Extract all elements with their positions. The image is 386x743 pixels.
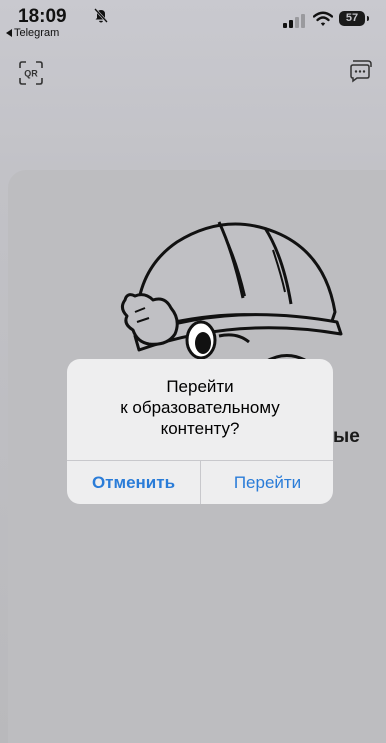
back-to-telegram-link[interactable]: Telegram xyxy=(6,27,59,39)
confirm-alert-dialog: Перейти к образовательному контенту? Отм… xyxy=(67,359,333,504)
app-screen: 18:09 Telegram 57 QR ые Перейти к образо… xyxy=(0,0,386,743)
go-button[interactable]: Перейти xyxy=(201,461,333,504)
back-triangle-icon xyxy=(6,29,12,37)
back-app-label: Telegram xyxy=(14,27,60,39)
svg-text:QR: QR xyxy=(24,69,38,79)
status-time: 18:09 xyxy=(18,6,67,27)
status-bar: 18:09 Telegram 57 xyxy=(0,0,386,48)
chat-icon[interactable] xyxy=(348,58,374,84)
wifi-icon xyxy=(313,11,333,26)
alert-title: Перейти к образовательному контенту? xyxy=(120,377,280,438)
signal-icon xyxy=(283,14,305,28)
qr-scan-icon[interactable]: QR xyxy=(18,60,44,86)
bell-off-icon xyxy=(94,8,108,23)
battery-indicator: 57 xyxy=(339,11,369,26)
construction-mascot-illustration xyxy=(120,221,343,364)
background-heading-fragment: ые xyxy=(333,426,360,447)
cancel-button[interactable]: Отменить xyxy=(67,461,200,504)
